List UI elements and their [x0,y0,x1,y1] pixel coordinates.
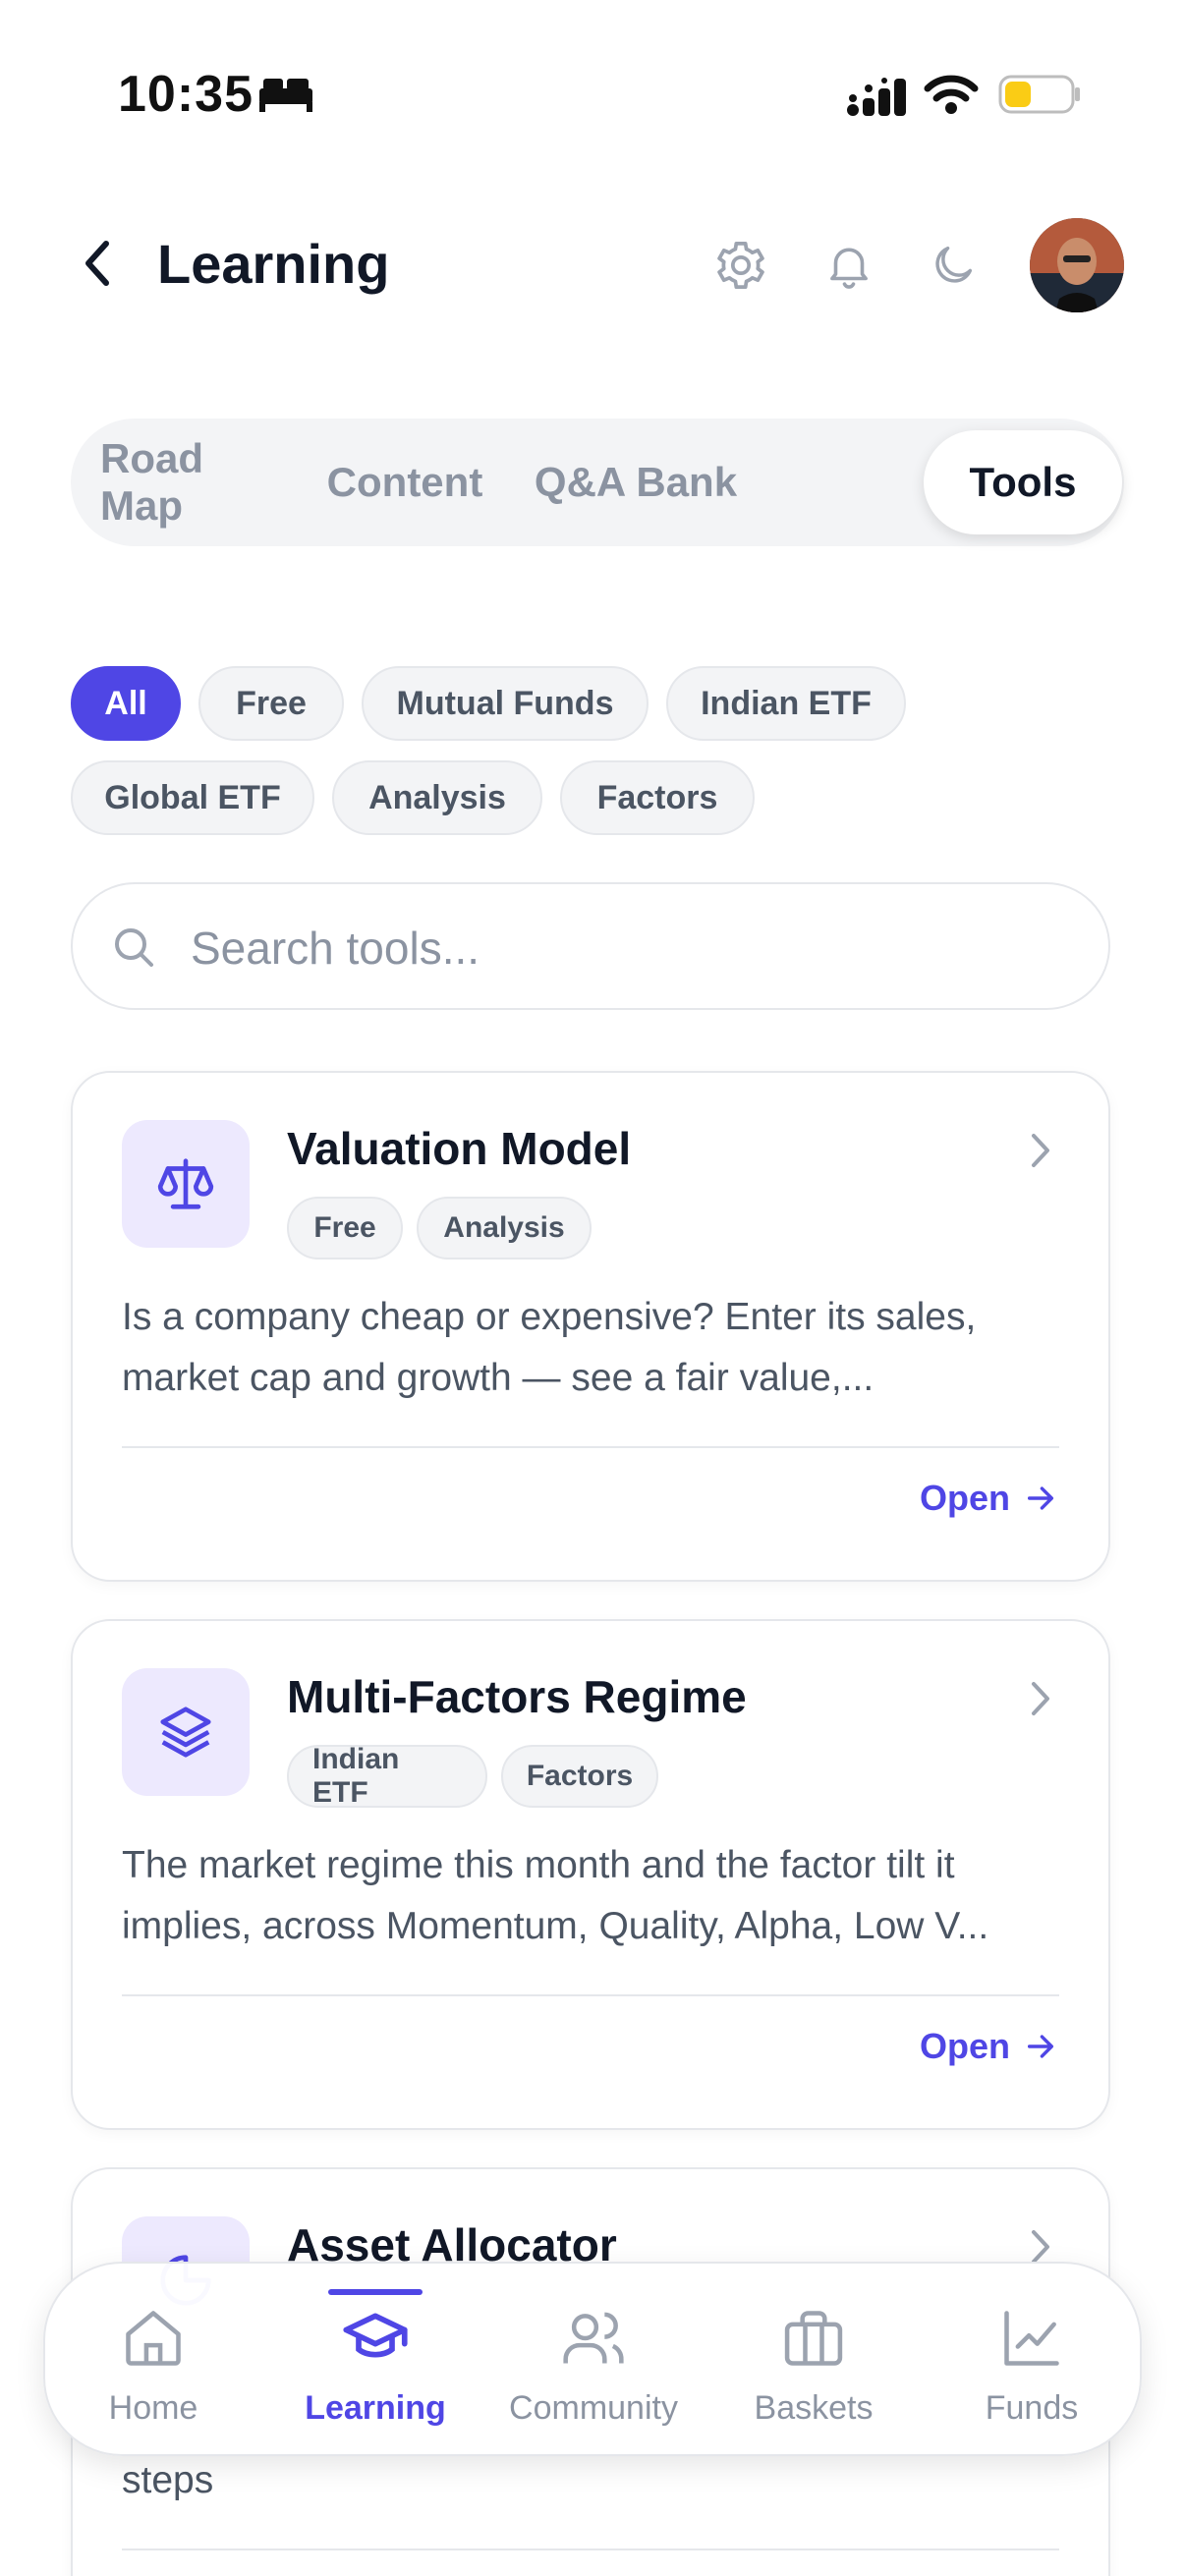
card-icon-box [122,1668,250,1796]
card-description: The market regime this month and the fac… [122,1844,989,1947]
notifications-button[interactable] [819,236,878,295]
home-icon [126,2311,181,2366]
page-title: Learning [157,233,390,295]
layers-icon [160,1707,211,1758]
signal-icon [847,78,906,116]
chart-line-icon [1004,2311,1059,2366]
users-icon [563,2312,624,2364]
nav-label: Learning [305,2389,446,2427]
settings-button[interactable] [711,236,770,295]
open-button[interactable]: Open [920,2026,1057,2067]
tool-card-multi-factors-regime[interactable]: Multi-Factors Regime Indian ETF Factors … [71,1619,1110,2130]
avatar-image [1030,218,1124,312]
nav-label: Home [108,2389,198,2427]
bell-icon [830,248,868,289]
card-divider [122,2548,1059,2550]
tab-tools[interactable]: Tools [924,430,1122,534]
gear-icon [717,241,764,290]
filter-chip-indian-etf[interactable]: Indian ETF [666,666,906,741]
card-description: Is a company cheap or expensive? Enter i… [122,1296,977,1399]
card-tag-indian-etf: Indian ETF [287,1743,487,1809]
bed-icon [259,79,312,112]
open-button[interactable]: Open [920,1478,1057,1519]
nav-baskets[interactable]: Baskets [705,2264,922,2458]
card-divider [122,1994,1059,1996]
card-divider [122,1446,1059,1448]
filter-chip-factors[interactable]: Factors [560,760,755,835]
tab-content[interactable]: Content [307,419,503,546]
filter-chip-analysis[interactable]: Analysis [332,760,542,835]
nav-label: Community [509,2389,678,2427]
card-title: Valuation Model [287,1123,632,1174]
card-tag-analysis: Analysis [417,1197,592,1260]
briefcase-icon [784,2311,843,2366]
nav-home[interactable]: Home [45,2264,261,2458]
card-tag-factors: Factors [501,1745,658,1808]
filter-chip-mutual-funds[interactable]: Mutual Funds [362,666,649,741]
card-tag-free: Free [287,1197,403,1260]
filter-chip-free[interactable]: Free [198,666,344,741]
moon-icon [935,246,973,283]
arrow-right-icon [1027,1486,1054,1510]
nav-label: Baskets [754,2389,874,2427]
filter-chip-all[interactable]: All [71,666,181,741]
segmented-tabs: Road Map Content Q&A Bank Tools [71,419,1124,546]
search-input[interactable] [191,914,1055,982]
graduation-cap-icon [343,2313,408,2358]
chevron-right-icon [1032,1134,1049,1167]
status-bar: 10:35 [0,0,1185,187]
tab-qa-bank[interactable]: Q&A Bank [513,419,759,546]
theme-toggle-button[interactable] [924,236,983,295]
tool-card-valuation-model[interactable]: Valuation Model Free Analysis Is a compa… [71,1071,1110,1582]
search-bar [71,882,1110,1010]
header: Learning [0,206,1185,324]
card-title: Multi-Factors Regime [287,1671,747,1722]
scale-icon [157,1158,214,1209]
wifi-icon [924,75,979,114]
nav-community[interactable]: Community [485,2264,702,2458]
bottom-nav: Home Learning Community Baskets Funds [43,2262,1142,2456]
back-icon [85,241,109,286]
card-description: steps [122,2459,214,2501]
open-label: Open [919,1478,1010,1518]
nav-label: Funds [985,2389,1079,2427]
open-label: Open [919,2026,1010,2066]
filter-chip-global-etf[interactable]: Global ETF [71,760,314,835]
tab-road-map[interactable]: Road Map [100,419,287,546]
arrow-right-icon [1027,2035,1054,2058]
back-button[interactable] [69,234,128,293]
status-time: 10:35 [118,66,254,123]
card-icon-box [122,1120,250,1248]
nav-funds[interactable]: Funds [924,2264,1140,2458]
search-icon [115,928,153,967]
avatar[interactable] [1030,218,1124,312]
nav-learning[interactable]: Learning [267,2264,483,2458]
battery-icon [998,75,1080,114]
chevron-right-icon [1032,1682,1049,1715]
